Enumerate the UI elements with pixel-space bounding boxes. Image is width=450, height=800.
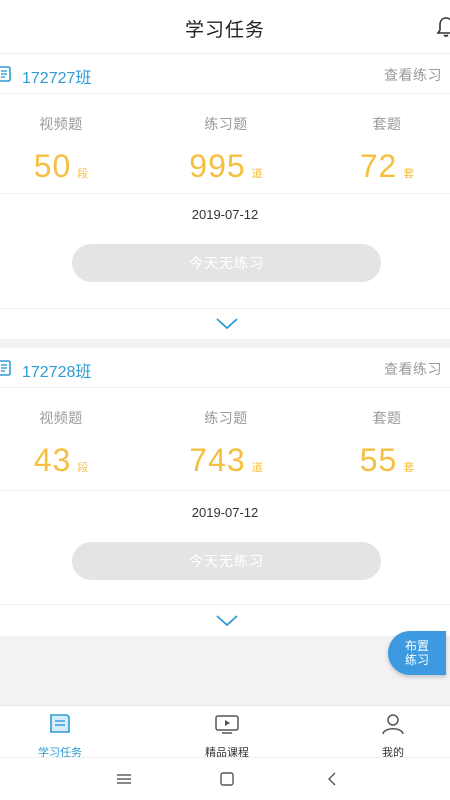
stat-video: 视频题 50 段 xyxy=(0,114,136,185)
no-practice-button[interactable]: 今天无练习 xyxy=(72,542,381,580)
class-card: 172727班 查看练习 视频题 50 段 练习题 995 道 套题 72 套 201… xyxy=(0,54,450,339)
stat-label: 视频题 xyxy=(39,116,83,132)
date-text: 2019-07-12 xyxy=(191,505,259,520)
stat-value: 43 xyxy=(33,442,72,478)
document-icon xyxy=(0,66,11,82)
divider xyxy=(0,308,450,309)
stats-row: 视频题 50 段 练习题 995 道 套题 72 套 xyxy=(0,114,450,194)
bell-icon[interactable] xyxy=(436,16,450,38)
menu-icon[interactable] xyxy=(113,770,135,788)
stat-unit: 道 xyxy=(251,462,263,474)
stat-exercise: 练习题 743 道 xyxy=(151,408,301,479)
stat-label: 套题 xyxy=(372,410,402,426)
fab-label-line2: 练习 xyxy=(404,653,429,667)
stat-value: 72 xyxy=(359,148,398,184)
stat-set: 套题 55 套 xyxy=(312,408,450,479)
stat-video: 视频题 43 段 xyxy=(0,408,136,479)
tab-mine[interactable]: 我的 xyxy=(333,712,450,760)
stats-row: 视频题 43 段 练习题 743 道 套题 55 套 xyxy=(0,408,450,488)
home-icon[interactable] xyxy=(216,770,238,788)
class-name: 172727班 xyxy=(22,70,92,87)
task-icon xyxy=(50,714,70,733)
stat-label: 套题 xyxy=(372,116,402,132)
divider xyxy=(0,604,450,605)
video-icon xyxy=(215,715,239,734)
date-text: 2019-07-12 xyxy=(191,207,259,222)
user-icon xyxy=(382,714,404,735)
stat-exercise: 练习题 995 道 xyxy=(151,114,301,185)
class-card: 172728班 查看练习 视频题 43 段 练习题 743 道 套题 55 套 201… xyxy=(0,348,450,636)
stat-unit: 段 xyxy=(77,168,89,180)
top-bar: 学习任务 xyxy=(0,0,450,54)
stat-unit: 套 xyxy=(403,168,415,180)
tab-study-task[interactable]: 学习任务 xyxy=(0,712,120,760)
fab-label-line1: 布置 xyxy=(404,639,429,653)
divider xyxy=(0,193,450,194)
stat-label: 练习题 xyxy=(204,410,248,426)
card-header: 172727班 查看练习 xyxy=(0,54,450,94)
back-icon[interactable] xyxy=(321,770,343,788)
stat-value: 55 xyxy=(359,442,398,478)
view-practice-link[interactable]: 查看练习 xyxy=(384,359,442,379)
stat-unit: 段 xyxy=(77,462,89,474)
assign-practice-button[interactable]: 布置 练习 xyxy=(388,631,446,675)
divider xyxy=(0,490,450,491)
stat-value: 50 xyxy=(33,148,72,184)
stat-unit: 套 xyxy=(403,462,415,474)
chevron-down-icon[interactable] xyxy=(215,317,239,331)
system-nav-bar xyxy=(0,757,450,800)
stat-value: 743 xyxy=(189,442,246,478)
stat-unit: 道 xyxy=(251,168,263,180)
view-practice-link[interactable]: 查看练习 xyxy=(384,65,442,85)
stat-label: 视频题 xyxy=(39,410,83,426)
class-name: 172728班 xyxy=(22,364,92,381)
no-practice-button[interactable]: 今天无练习 xyxy=(72,244,381,282)
page-title: 学习任务 xyxy=(184,20,265,41)
bottom-tab-bar: 学习任务 精品课程 我的 xyxy=(0,705,450,760)
card-header: 172728班 查看练习 xyxy=(0,348,450,388)
stat-label: 练习题 xyxy=(204,116,248,132)
chevron-down-icon[interactable] xyxy=(215,614,239,628)
stat-set: 套题 72 套 xyxy=(312,114,450,185)
tab-premium-courses[interactable]: 精品课程 xyxy=(167,712,287,760)
stat-value: 995 xyxy=(189,148,246,184)
document-icon xyxy=(0,360,11,376)
